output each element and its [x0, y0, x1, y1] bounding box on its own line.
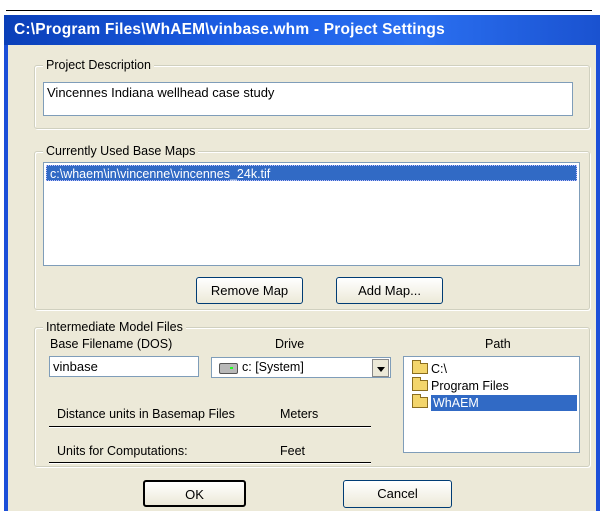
- list-item[interactable]: WhAEM: [412, 394, 582, 411]
- path-tree[interactable]: C:\ Program Files WhAEM: [403, 356, 580, 453]
- base-filename-value: vinbase: [53, 359, 98, 374]
- drive-value: c: [System]: [242, 360, 304, 374]
- base-filename-input[interactable]: vinbase: [49, 356, 199, 377]
- title-bar[interactable]: C:\Program Files\WhAEM\vinbase.whm - Pro…: [4, 15, 600, 45]
- cancel-label: Cancel: [377, 486, 418, 501]
- base-maps-list[interactable]: c:\whaem\in\vincenne\vincennes_24k.tif: [43, 162, 580, 266]
- list-item[interactable]: c:\whaem\in\vincenne\vincennes_24k.tif: [46, 165, 577, 181]
- base-filename-label: Base Filename (DOS): [50, 337, 173, 351]
- path-item-label: WhAEM: [431, 395, 577, 411]
- background-strip: [0, 0, 600, 14]
- hard-drive-icon: [219, 363, 238, 374]
- base-maps-group: Currently Used Base Maps c:\whaem\in\vin…: [34, 144, 590, 310]
- drive-select[interactable]: c: [System]: [211, 357, 391, 378]
- ok-label: OK: [185, 487, 204, 502]
- ok-button[interactable]: OK: [143, 480, 246, 507]
- base-map-path: c:\whaem\in\vincenne\vincennes_24k.tif: [50, 167, 271, 181]
- path-label: Path: [485, 337, 511, 351]
- list-item[interactable]: C:\: [412, 360, 572, 377]
- cancel-button[interactable]: Cancel: [343, 480, 452, 508]
- model-files-group: Intermediate Model Files Base Filename (…: [34, 320, 590, 467]
- background-line: [6, 10, 592, 11]
- model-files-label: Intermediate Model Files: [43, 320, 186, 334]
- open-folder-icon: [412, 377, 428, 391]
- add-map-button[interactable]: Add Map...: [336, 277, 443, 304]
- path-item-label: C:\: [431, 362, 447, 376]
- computation-units-label: Units for Computations:: [57, 444, 188, 458]
- project-description-label: Project Description: [43, 58, 154, 72]
- list-item[interactable]: Program Files: [412, 377, 572, 394]
- divider: [49, 462, 371, 464]
- project-description-group: Project Description Vincennes Indiana we…: [34, 58, 590, 129]
- divider: [49, 426, 371, 428]
- dialog-client-area: Project Description Vincennes Indiana we…: [8, 45, 596, 511]
- add-map-label: Add Map...: [358, 283, 421, 298]
- computation-units-value: Feet: [280, 444, 306, 458]
- window-title: C:\Program Files\WhAEM\vinbase.whm - Pro…: [14, 21, 445, 38]
- project-description-value: Vincennes Indiana wellhead case study: [47, 85, 275, 100]
- window-border-right: [596, 45, 600, 511]
- open-folder-icon: [412, 360, 428, 374]
- project-settings-dialog: C:\Program Files\WhAEM\vinbase.whm - Pro…: [4, 15, 600, 511]
- base-maps-label: Currently Used Base Maps: [43, 144, 199, 158]
- path-item-label: Program Files: [431, 379, 509, 393]
- drive-label: Drive: [275, 337, 305, 351]
- open-folder-icon: [412, 394, 428, 408]
- remove-map-label: Remove Map: [210, 283, 289, 298]
- distance-units-value: Meters: [280, 407, 319, 421]
- project-description-input[interactable]: Vincennes Indiana wellhead case study: [43, 82, 573, 116]
- remove-map-button[interactable]: Remove Map: [196, 277, 303, 304]
- chevron-down-icon[interactable]: [372, 359, 389, 377]
- distance-units-label: Distance units in Basemap Files: [57, 407, 235, 421]
